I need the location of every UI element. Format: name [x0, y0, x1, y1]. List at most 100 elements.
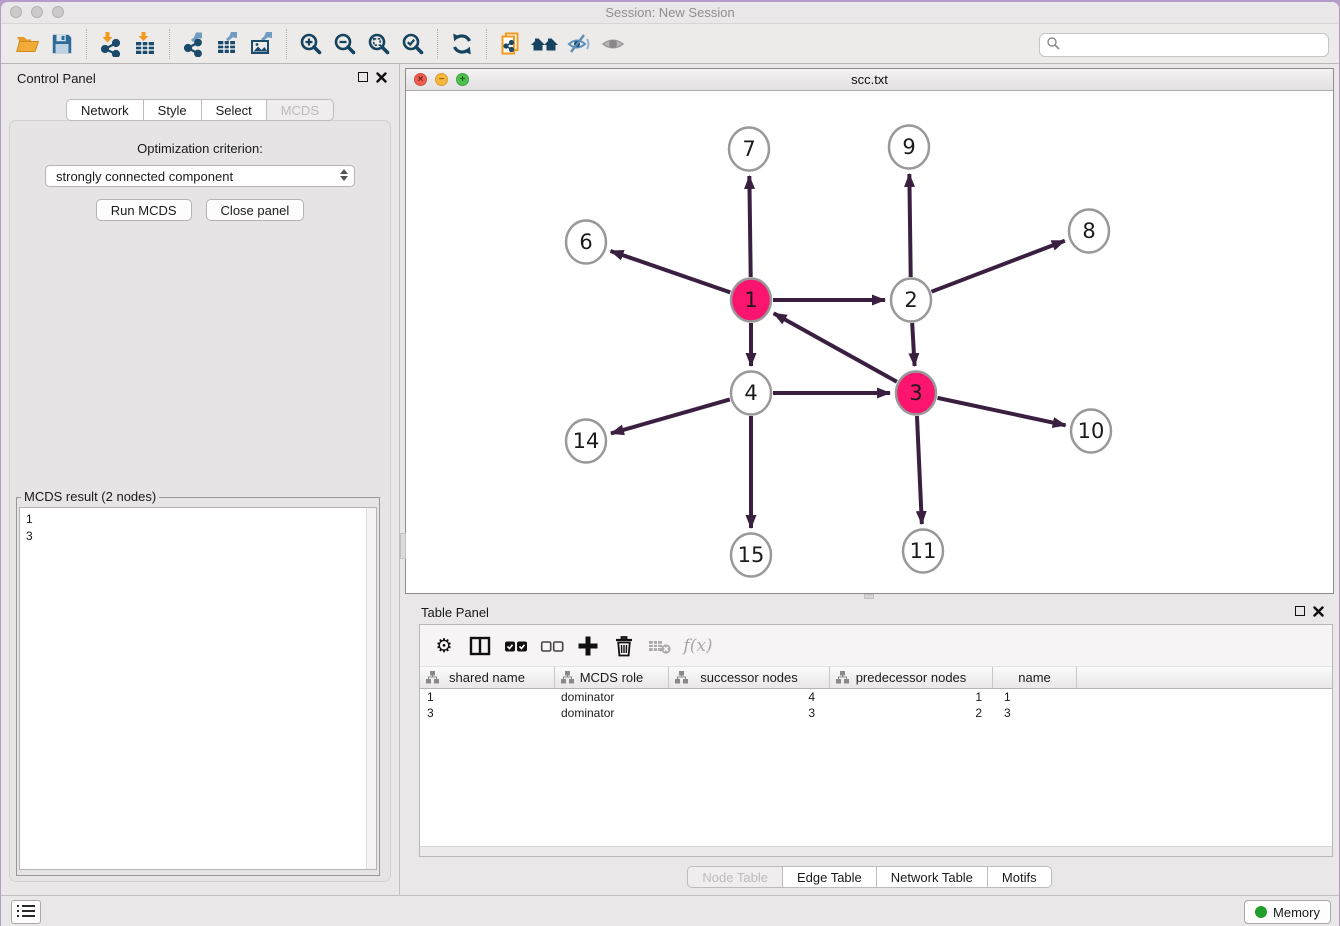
export-table-button[interactable] — [211, 28, 245, 60]
close-panel-icon[interactable] — [376, 71, 387, 82]
toolbar-separator — [437, 29, 438, 59]
duplicate-network-button[interactable] — [494, 28, 528, 60]
search-box[interactable] — [1039, 33, 1329, 57]
export-table-icon — [215, 31, 241, 57]
search-input[interactable] — [1061, 35, 1328, 55]
graph-node-label-6: 6 — [579, 230, 592, 254]
control-panel-tabs: Network Style Select MCDS — [1, 99, 399, 121]
main-area: Control Panel Network Style Select MCDS … — [1, 64, 1339, 895]
splitter-grip-vertical[interactable] — [400, 533, 406, 559]
dropdown-stepper-icon — [340, 169, 348, 181]
memory-status-icon — [1255, 906, 1267, 918]
table-settings-button[interactable]: ⚙ — [428, 630, 460, 662]
task-history-button[interactable] — [11, 900, 41, 924]
open-session-button[interactable] — [11, 28, 45, 60]
tab-node-table[interactable]: Node Table — [687, 866, 782, 888]
trash-icon — [612, 634, 636, 658]
delete-table-icon — [647, 635, 673, 657]
cell-successor-nodes[interactable]: 4 — [669, 689, 830, 705]
deselect-all-icon — [539, 635, 565, 657]
close-table-panel-icon[interactable] — [1313, 605, 1324, 616]
float-panel-button[interactable] — [358, 72, 368, 82]
cell-shared-name[interactable]: 1 — [420, 689, 555, 705]
toolbar-separator — [286, 29, 287, 59]
column-header-predecessor-nodes[interactable]: predecessor nodes — [830, 667, 993, 688]
graph-edge-2-3[interactable] — [912, 323, 914, 366]
network-canvas[interactable]: 7968124314101511 — [406, 91, 1333, 593]
eye-icon — [600, 31, 626, 57]
table-row[interactable]: 1 dominator 4 1 1 — [420, 689, 1332, 705]
eye-slash-icon — [566, 31, 592, 57]
zoom-selected-button[interactable] — [396, 28, 430, 60]
cell-name[interactable]: 3 — [993, 705, 1077, 721]
graph-edge-2-8[interactable] — [932, 241, 1065, 292]
memory-button[interactable]: Memory — [1244, 900, 1331, 924]
column-header-name[interactable]: name — [993, 667, 1077, 688]
zoom-out-button[interactable] — [328, 28, 362, 60]
graph-edge-3-11[interactable] — [917, 416, 922, 524]
split-panel-icon — [468, 635, 492, 657]
deselect-all-button[interactable] — [536, 630, 568, 662]
graph-edge-4-14[interactable] — [611, 399, 730, 433]
cell-predecessor-nodes[interactable]: 1 — [830, 689, 993, 705]
cell-predecessor-nodes[interactable]: 2 — [830, 705, 993, 721]
graph-node-label-8: 8 — [1082, 219, 1095, 243]
tab-edge-table[interactable]: Edge Table — [782, 866, 876, 888]
float-table-panel-button[interactable] — [1295, 606, 1305, 616]
graph-edge-3-10[interactable] — [937, 398, 1065, 425]
fx-icon: f(x) — [679, 636, 712, 656]
graph-edge-2-9[interactable] — [909, 174, 910, 277]
graph-edge-1-7[interactable] — [749, 176, 750, 277]
zoom-in-button[interactable] — [294, 28, 328, 60]
run-mcds-button[interactable]: Run MCDS — [96, 199, 192, 221]
graph-edge-1-6[interactable] — [611, 251, 731, 292]
toolbar-separator — [486, 29, 487, 59]
split-panel-button[interactable] — [464, 630, 496, 662]
mcds-result-group: MCDS result (2 nodes) 1 3 — [16, 497, 380, 876]
toolbar-separator — [169, 29, 170, 59]
mcds-result-text[interactable]: 1 3 — [19, 507, 377, 870]
add-column-button[interactable] — [572, 630, 604, 662]
export-network-button[interactable] — [177, 28, 211, 60]
column-header-shared-name[interactable]: shared name — [420, 667, 555, 688]
delete-column-button[interactable] — [608, 630, 640, 662]
table-row[interactable]: 3 dominator 3 2 3 — [420, 705, 1332, 721]
import-table-button[interactable] — [128, 28, 162, 60]
tab-motifs[interactable]: Motifs — [987, 866, 1052, 888]
delete-table-button[interactable] — [644, 630, 676, 662]
hide-panels-button[interactable] — [562, 28, 596, 60]
cell-mcds-role[interactable]: dominator — [555, 689, 669, 705]
mcds-result-title: MCDS result (2 nodes) — [21, 489, 159, 504]
open-folder-icon — [15, 31, 41, 57]
tab-mcds[interactable]: MCDS — [266, 99, 334, 121]
show-panels-button[interactable] — [596, 28, 630, 60]
select-all-button[interactable] — [500, 630, 532, 662]
table-hscrollbar[interactable] — [420, 846, 1332, 856]
import-network-button[interactable] — [94, 28, 128, 60]
tab-select[interactable]: Select — [201, 99, 266, 121]
close-panel-button[interactable]: Close panel — [206, 199, 305, 221]
cell-shared-name[interactable]: 3 — [420, 705, 555, 721]
network-frame-titlebar[interactable]: × − + scc.txt — [406, 69, 1333, 91]
cell-mcds-role[interactable]: dominator — [555, 705, 669, 721]
export-image-button[interactable] — [245, 28, 279, 60]
result-scrollbar[interactable] — [366, 508, 376, 869]
home-button[interactable] — [528, 28, 562, 60]
graph-edge-3-1[interactable] — [774, 313, 897, 381]
cell-name[interactable]: 1 — [993, 689, 1077, 705]
zoom-fit-button[interactable] — [362, 28, 396, 60]
criterion-dropdown[interactable]: strongly connected component — [45, 165, 355, 187]
save-session-button[interactable] — [45, 28, 79, 60]
table-header: shared name MCDS role successor nodes pr… — [420, 667, 1332, 689]
control-panel: Control Panel Network Style Select MCDS … — [1, 64, 400, 895]
refresh-button[interactable] — [445, 28, 479, 60]
tab-style[interactable]: Style — [143, 99, 201, 121]
tab-network-table[interactable]: Network Table — [876, 866, 987, 888]
tab-network[interactable]: Network — [66, 99, 143, 121]
zoom-out-icon — [332, 31, 358, 57]
column-header-successor-nodes[interactable]: successor nodes — [669, 667, 830, 688]
cell-successor-nodes[interactable]: 3 — [669, 705, 830, 721]
network-frame-title: scc.txt — [406, 72, 1333, 87]
column-header-mcds-role[interactable]: MCDS role — [555, 667, 669, 688]
function-builder-button[interactable]: f(x) — [680, 630, 712, 662]
